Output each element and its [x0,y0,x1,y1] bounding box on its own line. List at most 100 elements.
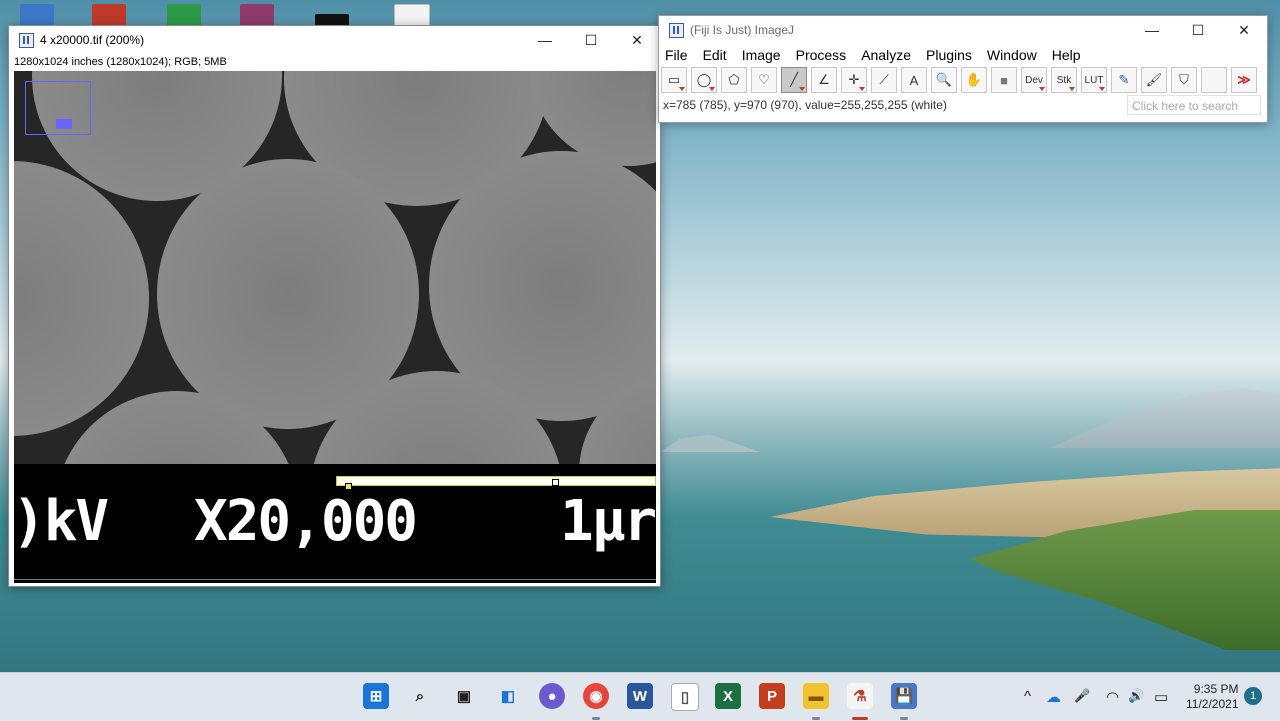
lut-menu-tool[interactable]: LUT [1081,67,1107,93]
stk-label: Stk [1056,74,1072,86]
fiji-minimize-button[interactable]: — [1129,16,1175,44]
chat-button[interactable]: ● [539,683,565,709]
magnifier-icon: 🔍 [935,72,953,87]
rectangle-icon: ▭ [667,72,681,87]
close-button[interactable]: ✕ [614,26,660,54]
freehand-icon: ♡ [758,72,770,87]
text-tool[interactable]: A [901,67,927,93]
fiji-close-button[interactable]: ✕ [1221,16,1267,44]
empty-tool-slot [1201,67,1227,93]
excel-button[interactable]: X [715,683,741,709]
imagej-icon [19,32,34,48]
image-window[interactable]: 4 x20000.tif (200%) — ☐ ✕ 1280x1024 inch… [8,25,661,587]
chrome-button[interactable]: ◉ [583,683,609,709]
excel-icon: X [722,687,733,705]
microphone-icon[interactable]: 🎤 [1074,688,1090,704]
menu-window[interactable]: Window [987,47,1037,63]
menu-file[interactable]: File [665,47,688,63]
menu-help[interactable]: Help [1052,47,1081,63]
desktop-icon-archive[interactable] [240,4,274,26]
brush-tool[interactable]: 🖌 [1141,67,1167,93]
line-selection[interactable] [336,476,656,486]
minimize-button[interactable]: — [522,26,568,54]
desktop-icon-mail[interactable] [92,4,126,26]
image-canvas[interactable]: )kV X20,000 1µr [14,71,656,583]
word-icon: W [632,687,648,705]
menu-process[interactable]: Process [796,47,847,63]
polygon-tool[interactable]: ⬠ [721,67,747,93]
chrome-icon: ◉ [589,688,603,705]
hand-icon: ✋ [965,72,983,87]
more-tools-button[interactable]: ≫ [1231,67,1257,93]
dev-menu-tool[interactable]: Dev [1021,67,1047,93]
point-tool[interactable]: ✛ [841,67,867,93]
fiji-toolbar: ▭ ◯ ⬠ ♡ ╱ ∠ ✛ ⟋ A 🔍 ✋ ■ Dev Stk LUT ✎ 🖌 … [659,66,1267,94]
clock[interactable]: 9:35 PM 11/2/2021 [1186,682,1239,712]
sem-micrograph [14,71,656,464]
brush-icon: 🖌 [1145,72,1163,87]
taskbar: ⊞ ⌕ ▣ ◧ ● ◉ W ▯ X P ▬ ⚗ 💾 ^ ☁ 🎤 ◠ 🔊 ▭ 9:… [0,672,1280,721]
widgets-icon: ◧ [500,688,516,705]
notification-badge[interactable]: 1 [1244,687,1262,705]
menu-analyze[interactable]: Analyze [861,47,911,63]
color-picker-tool[interactable]: ■ [991,67,1017,93]
chat-icon: ● [547,687,557,705]
hand-tool[interactable]: ✋ [961,67,987,93]
zoom-navigator-indicator[interactable] [56,119,72,129]
text-icon: A [909,72,919,88]
desktop-icon-green-app[interactable] [167,4,201,26]
wand-icon: ⟋ [879,72,889,87]
windows-icon: ⊞ [369,688,383,705]
lut-label: LUT [1084,74,1104,86]
bucket-icon: ⛉ [1179,72,1189,87]
task-view-icon: ▣ [456,688,472,705]
fiji-titlebar[interactable]: (Fiji Is Just) ImageJ — ☐ ✕ [659,16,1267,44]
menu-edit[interactable]: Edit [703,47,727,63]
polygon-icon: ⬠ [728,72,740,87]
powerpoint-icon: P [766,687,777,705]
search-icon: ⌕ [415,687,425,705]
pencil-tool[interactable]: ✎ [1111,67,1137,93]
wand-tool[interactable]: ⟋ [871,67,897,93]
file-explorer-button[interactable]: ▬ [803,683,829,709]
flood-fill-tool[interactable]: ⛉ [1171,67,1197,93]
battery-icon[interactable]: ▭ [1154,688,1168,706]
start-button[interactable]: ⊞ [363,683,389,709]
rectangle-tool[interactable]: ▭ [661,67,687,93]
fiji-maximize-button[interactable]: ☐ [1175,16,1221,44]
folder-icon: ▬ [808,687,824,705]
clock-time: 9:35 PM [1193,682,1239,696]
microscope-icon: ⚗ [853,688,867,705]
line-tool[interactable]: ╱ [781,67,807,93]
widgets-button[interactable]: ◧ [495,683,521,709]
line-handle-mid[interactable] [552,479,559,486]
task-view-button[interactable]: ▣ [451,683,477,709]
scale-bar-label: 1µr [560,489,656,554]
angle-tool[interactable]: ∠ [811,67,837,93]
file-button[interactable]: ▯ [671,683,699,711]
angle-icon: ∠ [818,72,830,87]
volume-icon[interactable]: 🔊 [1128,688,1144,704]
zoom-tool[interactable]: 🔍 [931,67,957,93]
image-info-text: 1280x1024 inches (1280x1024); RGB; 5MB [14,56,227,68]
desktop-icon-1[interactable] [20,4,54,26]
tray-chevron-icon[interactable]: ^ [1024,688,1031,705]
save-app-button[interactable]: 💾 [891,683,917,709]
freehand-tool[interactable]: ♡ [751,67,777,93]
word-button[interactable]: W [627,683,653,709]
image-window-titlebar[interactable]: 4 x20000.tif (200%) — ☐ ✕ [9,26,660,54]
fiji-taskbar-button[interactable]: ⚗ [847,683,873,709]
maximize-button[interactable]: ☐ [568,26,614,54]
fiji-window[interactable]: (Fiji Is Just) ImageJ — ☐ ✕ File Edit Im… [658,15,1268,123]
oval-tool[interactable]: ◯ [691,67,717,93]
stack-menu-tool[interactable]: Stk [1051,67,1077,93]
wifi-icon[interactable]: ◠ [1106,688,1119,706]
onedrive-icon[interactable]: ☁ [1046,688,1061,706]
menu-plugins[interactable]: Plugins [926,47,972,63]
powerpoint-button[interactable]: P [759,683,785,709]
search-field[interactable]: Click here to search [1127,95,1261,115]
search-button[interactable]: ⌕ [407,683,433,709]
point-icon: ✛ [848,72,860,87]
menu-image[interactable]: Image [742,47,781,63]
clock-date: 11/2/2021 [1186,697,1239,711]
